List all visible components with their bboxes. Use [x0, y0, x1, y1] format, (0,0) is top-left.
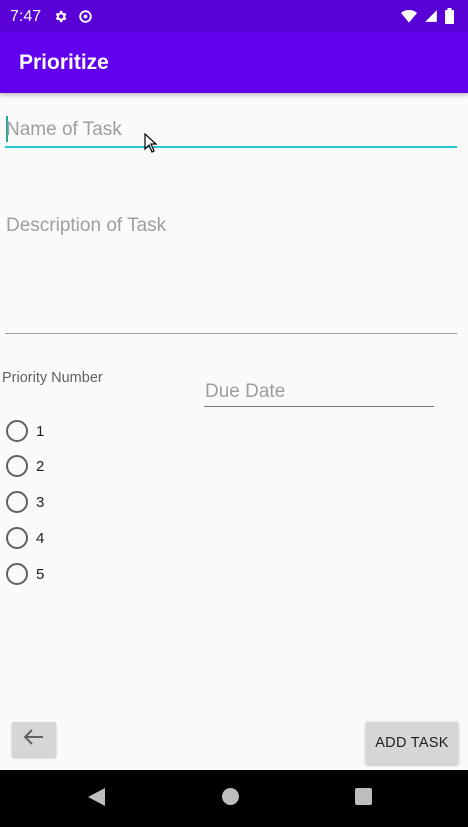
gear-icon	[53, 9, 68, 29]
arrow-left-icon	[23, 729, 44, 750]
priority-radio-label: 5	[36, 565, 45, 583]
priority-radio-3[interactable]: 3	[6, 490, 44, 514]
radio-circle-icon	[6, 563, 28, 585]
due-date-placeholder: Due Date	[205, 381, 286, 402]
radio-circle-icon	[6, 527, 28, 549]
back-triangle-icon[interactable]	[88, 788, 105, 811]
priority-radio-label: 4	[36, 529, 45, 547]
app-title: Prioritize	[19, 51, 109, 74]
back-button[interactable]	[12, 722, 56, 757]
radio-circle-icon	[6, 491, 28, 513]
mouse-pointer-icon	[144, 132, 158, 158]
app-bar: Prioritize	[0, 32, 468, 93]
task-name-input[interactable]: Name of Task	[5, 110, 457, 148]
signal-icon	[424, 9, 438, 28]
recents-square-icon[interactable]	[355, 788, 372, 805]
priority-radio-label: 2	[36, 457, 45, 475]
priority-radio-5[interactable]: 5	[6, 562, 44, 586]
wifi-icon	[401, 9, 417, 28]
task-description-placeholder: Description of Task	[6, 215, 167, 236]
add-task-button[interactable]: ADD TASK	[366, 722, 458, 764]
priority-radio-1[interactable]: 1	[6, 419, 44, 443]
status-bar: 7:47	[0, 0, 468, 32]
due-date-input[interactable]: Due Date	[204, 378, 434, 407]
priority-radio-4[interactable]: 4	[6, 526, 44, 550]
priority-radio-2[interactable]: 2	[6, 454, 44, 478]
radio-circle-icon	[6, 455, 28, 477]
task-description-input[interactable]: Description of Task	[5, 205, 457, 334]
priority-number-label: Priority Number	[2, 370, 103, 386]
status-time: 7:47	[10, 8, 42, 25]
battery-icon	[445, 8, 454, 29]
task-name-placeholder: Name of Task	[6, 119, 122, 140]
priority-radio-label: 3	[36, 493, 45, 511]
radio-circle-icon	[6, 420, 28, 442]
home-circle-icon[interactable]	[222, 788, 239, 805]
data-saver-icon	[78, 9, 93, 29]
priority-radio-label: 1	[36, 422, 45, 440]
